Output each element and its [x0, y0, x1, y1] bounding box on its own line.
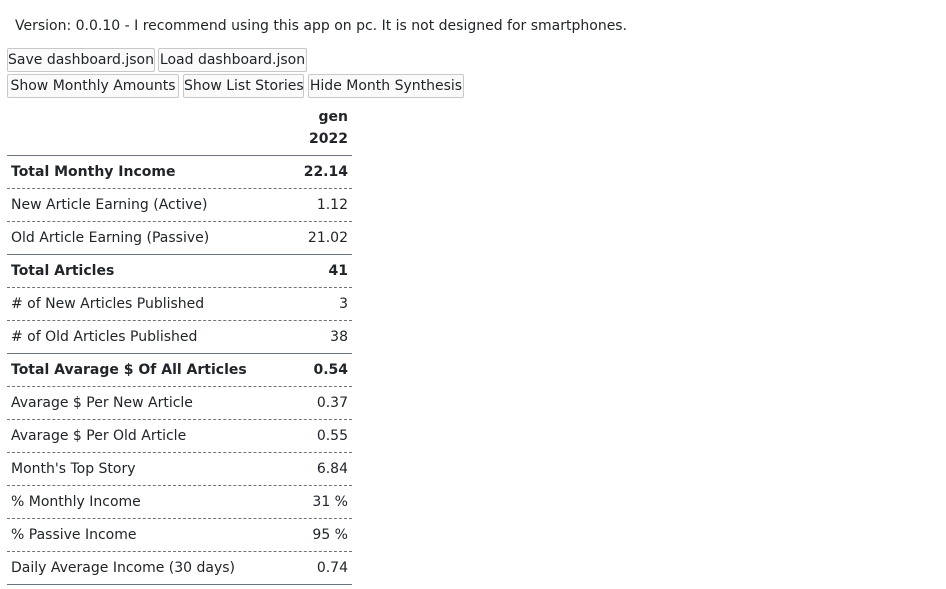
table-row: Total Monthy Income 22.14	[7, 156, 352, 189]
month-header: gen	[318, 109, 348, 125]
row-label: Total Avarage $ Of All Articles	[11, 362, 247, 378]
table-header: gen 2022	[7, 103, 352, 156]
row-value: 0.54	[313, 362, 348, 378]
row-value: 22.14	[303, 164, 348, 180]
row-label: Avarage $ Per New Article	[11, 395, 193, 411]
row-label: Daily Average Income (30 days)	[11, 560, 236, 576]
row-value: 31 %	[312, 494, 348, 510]
table-row: % Monthly Income 31 %	[7, 486, 352, 519]
table-row: Month's Top Story 6.84	[7, 453, 352, 486]
row-value: 0.37	[316, 395, 348, 411]
row-label: Old Article Earning (Passive)	[11, 230, 210, 246]
version-notice: Version: 0.0.10 - I recommend using this…	[15, 18, 628, 34]
load-dashboard-button[interactable]: Load dashboard.json	[158, 48, 307, 72]
row-label: # of Old Articles Published	[11, 329, 198, 345]
row-label: Total Monthy Income	[11, 164, 176, 180]
table-row: Old Article Earning (Passive) 21.02	[7, 222, 352, 255]
table-row: % Passive Income 95 %	[7, 519, 352, 552]
hide-month-synthesis-button[interactable]: Hide Month Synthesis	[308, 74, 464, 98]
show-monthly-amounts-button[interactable]: Show Monthly Amounts	[7, 74, 179, 98]
month-synthesis-table: gen 2022 Total Monthy Income 22.14 New A…	[7, 103, 352, 585]
table-row: Total Articles 41	[7, 255, 352, 288]
row-label: % Monthly Income	[11, 494, 141, 510]
show-list-stories-button[interactable]: Show List Stories	[183, 74, 304, 98]
table-row: New Article Earning (Active) 1.12	[7, 189, 352, 222]
year-header: 2022	[309, 131, 348, 147]
row-label: New Article Earning (Active)	[11, 197, 208, 213]
table-row: Daily Average Income (30 days) 0.74	[7, 552, 352, 585]
row-value: 3	[339, 296, 348, 312]
row-label: Avarage $ Per Old Article	[11, 428, 187, 444]
row-label: Month's Top Story	[11, 461, 136, 477]
row-value: 95 %	[312, 527, 348, 543]
table-row: Avarage $ Per Old Article 0.55	[7, 420, 352, 453]
row-value: 0.55	[316, 428, 348, 444]
table-row: # of Old Articles Published 38	[7, 321, 352, 354]
row-value: 21.02	[307, 230, 348, 246]
row-label: # of New Articles Published	[11, 296, 205, 312]
row-value: 0.74	[316, 560, 348, 576]
row-label: Total Articles	[11, 263, 115, 279]
table-row: Total Avarage $ Of All Articles 0.54	[7, 354, 352, 387]
row-value: 6.84	[316, 461, 348, 477]
save-dashboard-button[interactable]: Save dashboard.json	[7, 48, 155, 72]
table-row: # of New Articles Published 3	[7, 288, 352, 321]
row-value: 38	[330, 329, 348, 345]
row-value: 41	[328, 263, 348, 279]
row-value: 1.12	[316, 197, 348, 213]
row-label: % Passive Income	[11, 527, 137, 543]
table-row: Avarage $ Per New Article 0.37	[7, 387, 352, 420]
